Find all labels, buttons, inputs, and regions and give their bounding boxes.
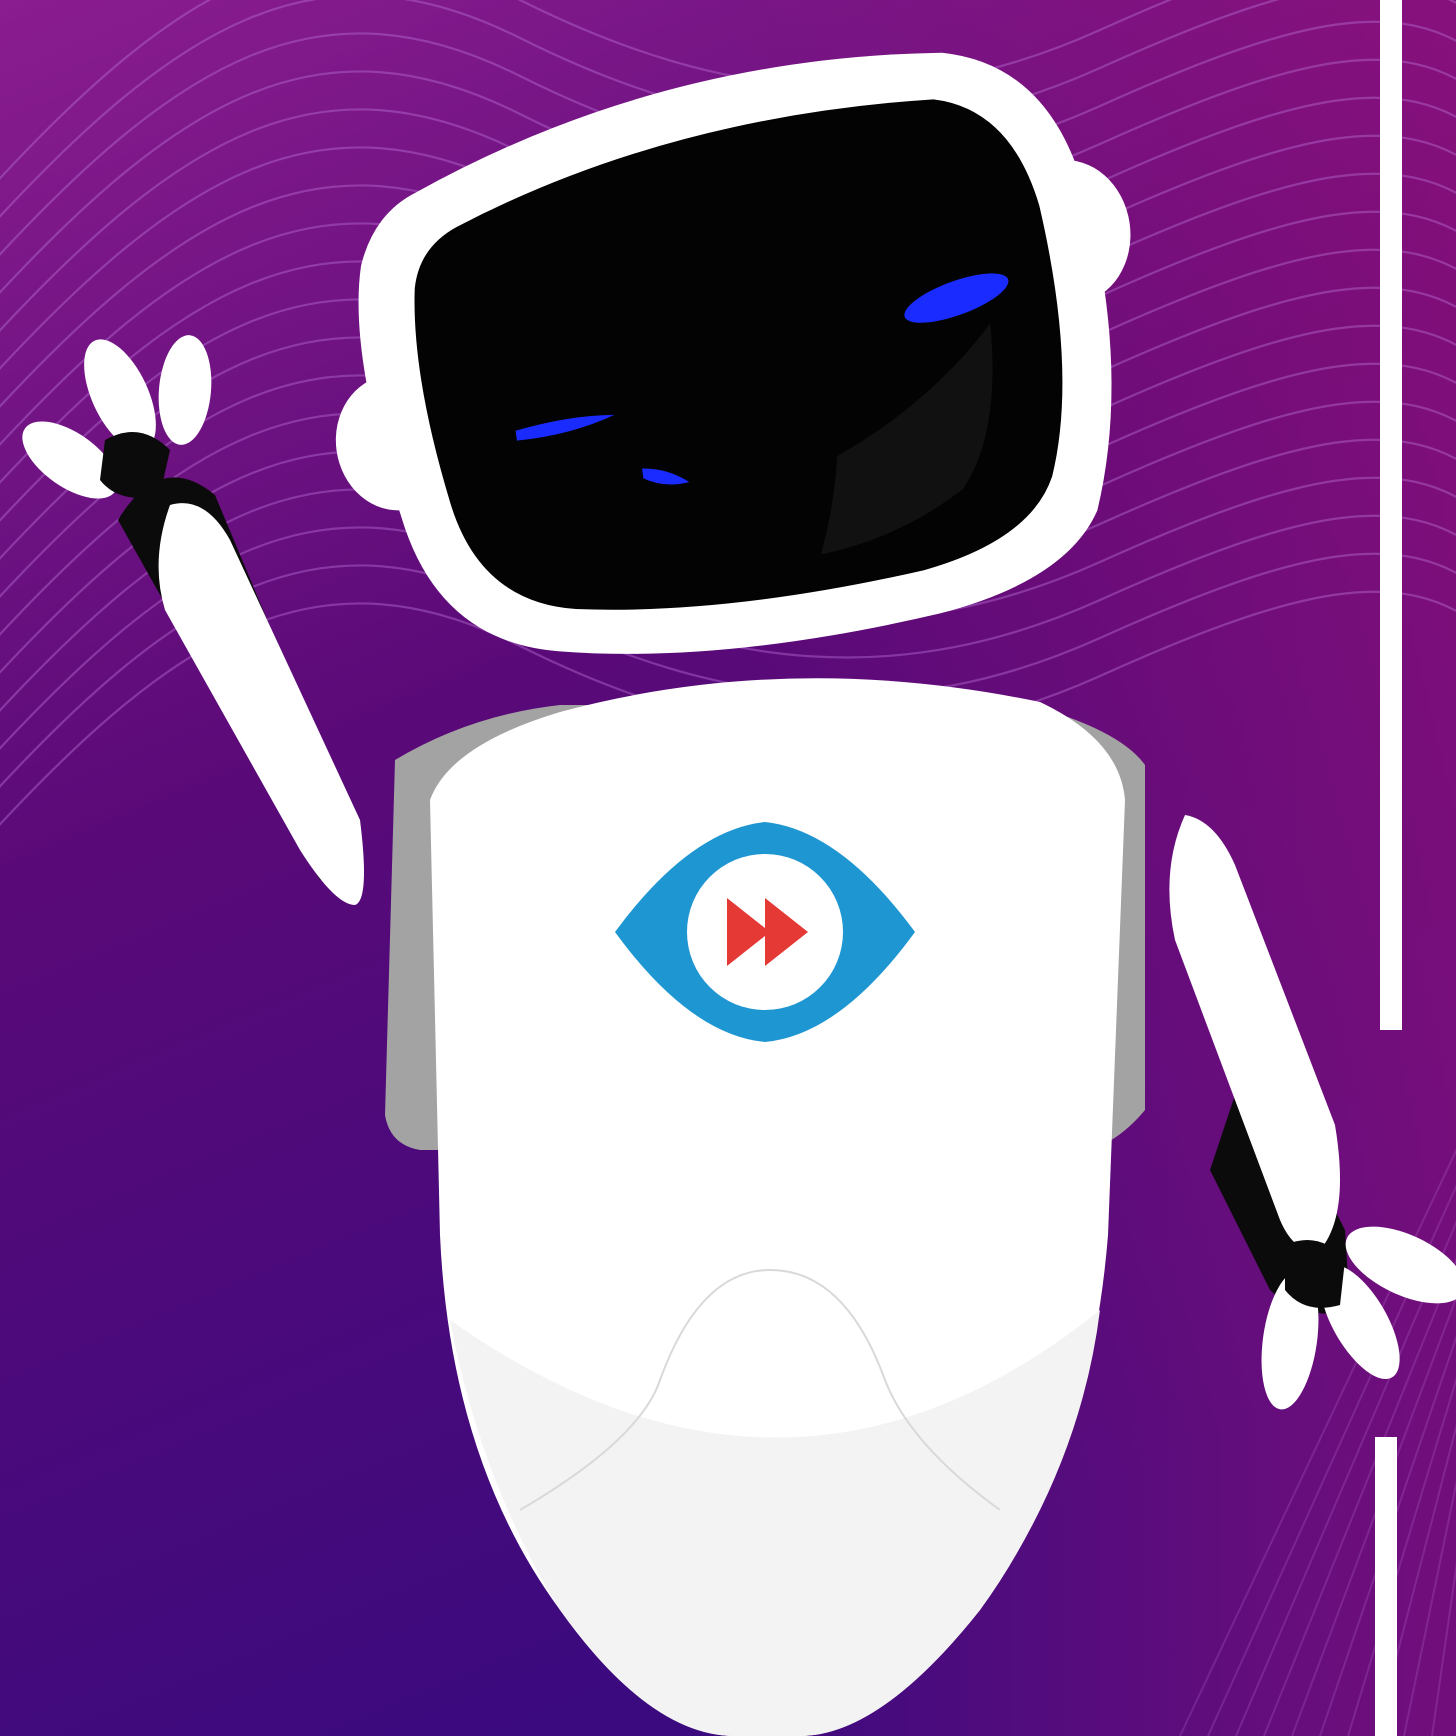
illustration-canvas: [0, 0, 1456, 1736]
robot-illustration: [0, 0, 1456, 1736]
divider-line-upper: [1380, 0, 1402, 1030]
divider-line-lower: [1375, 1437, 1397, 1736]
